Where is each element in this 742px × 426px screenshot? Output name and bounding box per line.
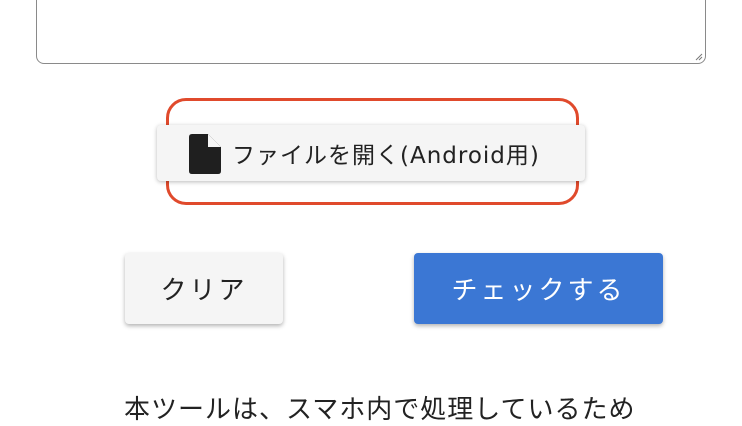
file-icon — [189, 134, 221, 174]
open-file-label: ファイルを開く(Android用) — [232, 143, 540, 169]
clear-button[interactable]: クリア — [125, 253, 283, 324]
notice-text: 本ツールは、スマホ内で処理しているため — [124, 395, 636, 425]
open-file-button[interactable]: ファイルを開く(Android用) — [157, 125, 585, 181]
text-input-area[interactable] — [36, 0, 706, 64]
check-button[interactable]: チェックする — [414, 253, 663, 324]
resize-grip-icon[interactable] — [695, 53, 703, 61]
